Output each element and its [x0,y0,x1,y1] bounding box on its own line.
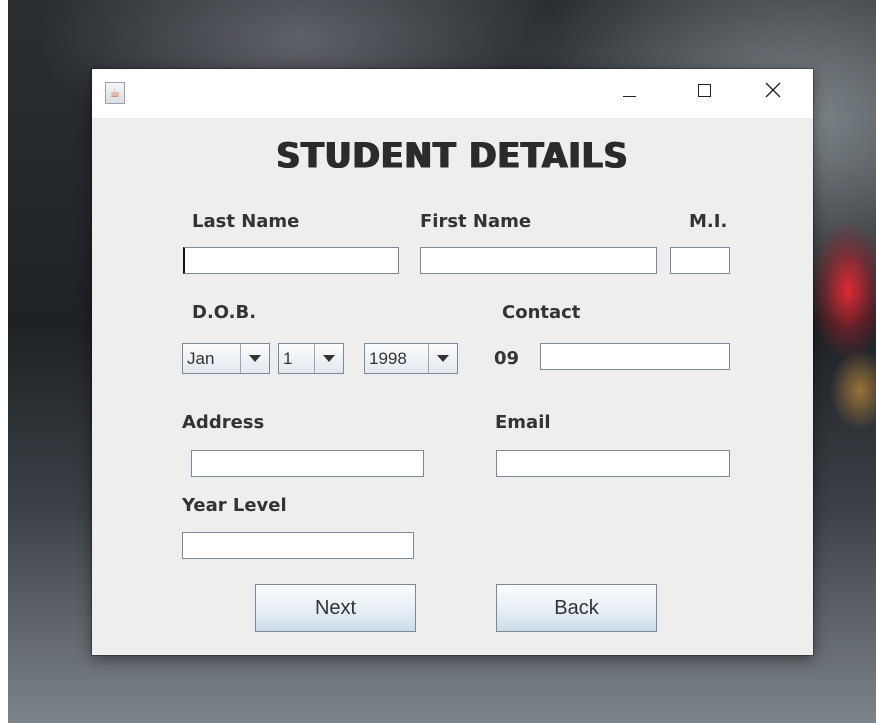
dob-year-select[interactable]: 1998 [364,343,458,374]
close-icon [765,82,781,98]
chevron-down-icon[interactable] [429,344,457,373]
dob-day-value: 1 [279,344,315,373]
dob-month-value: Jan [183,344,241,373]
contact-input[interactable] [540,343,730,370]
form-title: STUDENT DETAILS [276,135,629,176]
address-input[interactable] [191,450,424,477]
next-button[interactable]: Next [255,584,416,632]
contact-label: Contact [502,302,581,323]
chevron-down-icon[interactable] [241,344,269,373]
contact-prefix-label: 09 [494,348,520,369]
background-edge [0,0,8,723]
email-label: Email [495,412,551,433]
email-input[interactable] [496,450,730,477]
dob-month-select[interactable]: Jan [182,343,270,374]
middle-initial-input[interactable] [670,247,730,274]
last-name-input[interactable] [183,247,399,274]
dob-label: D.O.B. [192,302,257,323]
minimize-icon [623,96,636,97]
first-name-label: First Name [420,211,532,232]
minimize-button[interactable] [599,69,659,118]
last-name-label: Last Name [192,211,300,232]
back-button[interactable]: Back [496,584,657,632]
chevron-down-icon[interactable] [315,344,343,373]
java-app-icon: ☕ [105,82,125,104]
dob-day-select[interactable]: 1 [278,343,344,374]
student-details-window: ☕ STUDENT DETAILS Last Name First Name M… [92,69,813,655]
maximize-icon [698,84,711,97]
close-button[interactable] [742,69,802,118]
dob-year-value: 1998 [365,344,429,373]
middle-initial-label: M.I. [689,211,728,232]
year-level-label: Year Level [182,495,287,516]
address-label: Address [182,412,265,433]
year-level-input[interactable] [182,532,414,559]
student-form: STUDENT DETAILS Last Name First Name M.I… [92,118,813,655]
title-bar[interactable]: ☕ [92,69,813,118]
first-name-input[interactable] [420,247,657,274]
maximize-button[interactable] [674,69,734,118]
